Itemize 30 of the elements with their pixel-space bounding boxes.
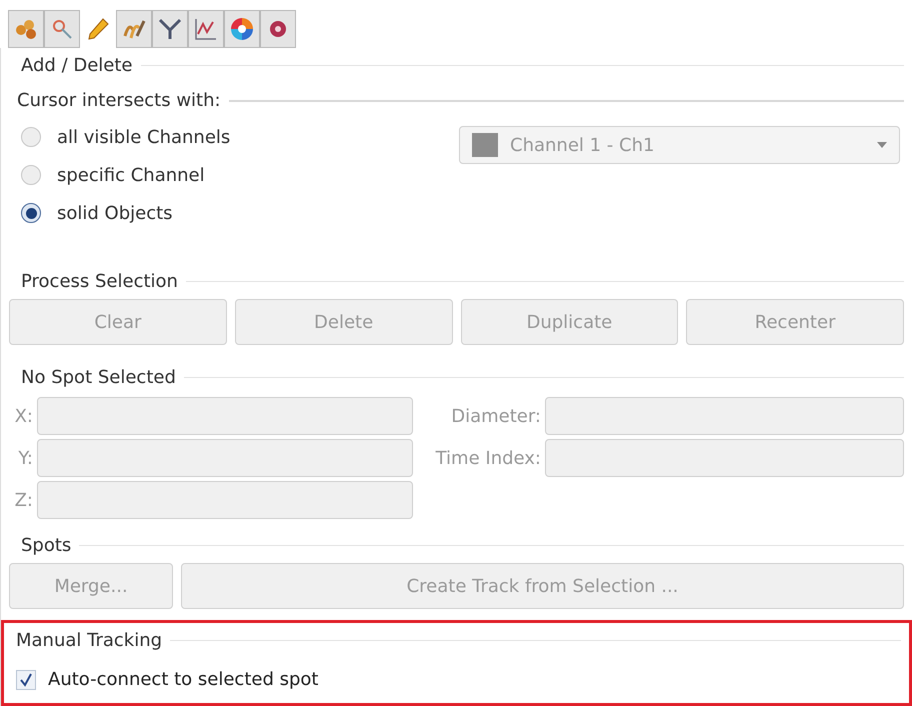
group-title: Manual Tracking	[15, 629, 162, 653]
group-title: Spots	[20, 534, 72, 558]
checkbox[interactable]	[16, 670, 36, 690]
color-wheel-icon	[229, 16, 255, 42]
field-label: Z:	[14, 488, 33, 512]
radio-label: solid Objects	[57, 202, 173, 226]
checkbox-label: Auto-connect to selected spot	[48, 668, 318, 692]
radio-label: all visible Channels	[57, 126, 230, 150]
cursor-label: Cursor intersects with:	[16, 89, 221, 113]
field-label: Y:	[17, 446, 33, 470]
radio-button[interactable]	[21, 203, 41, 223]
graph-icon	[193, 16, 219, 42]
fork-icon	[157, 16, 183, 42]
group-title: Process Selection	[20, 270, 178, 294]
toolbar-tab[interactable]	[260, 10, 296, 48]
toolbar-tab[interactable]	[8, 10, 44, 48]
radio-button[interactable]	[21, 165, 41, 185]
field-label: Time Index:	[434, 446, 541, 470]
field-label: Diameter:	[450, 404, 541, 428]
dropdown-caret-icon	[877, 142, 887, 148]
toolbar-tab[interactable]	[152, 10, 188, 48]
group-title: Add / Delete	[20, 54, 132, 78]
toolbar-tab[interactable]	[116, 10, 152, 48]
group-title: No Spot Selected	[20, 366, 176, 390]
toolbar-tab[interactable]	[44, 10, 80, 48]
toolbar-tab[interactable]	[224, 10, 260, 48]
radio-button[interactable]	[21, 127, 41, 147]
toolbar-tab[interactable]	[188, 10, 224, 48]
radio-label: specific Channel	[57, 164, 205, 188]
field-label: X:	[14, 404, 33, 428]
